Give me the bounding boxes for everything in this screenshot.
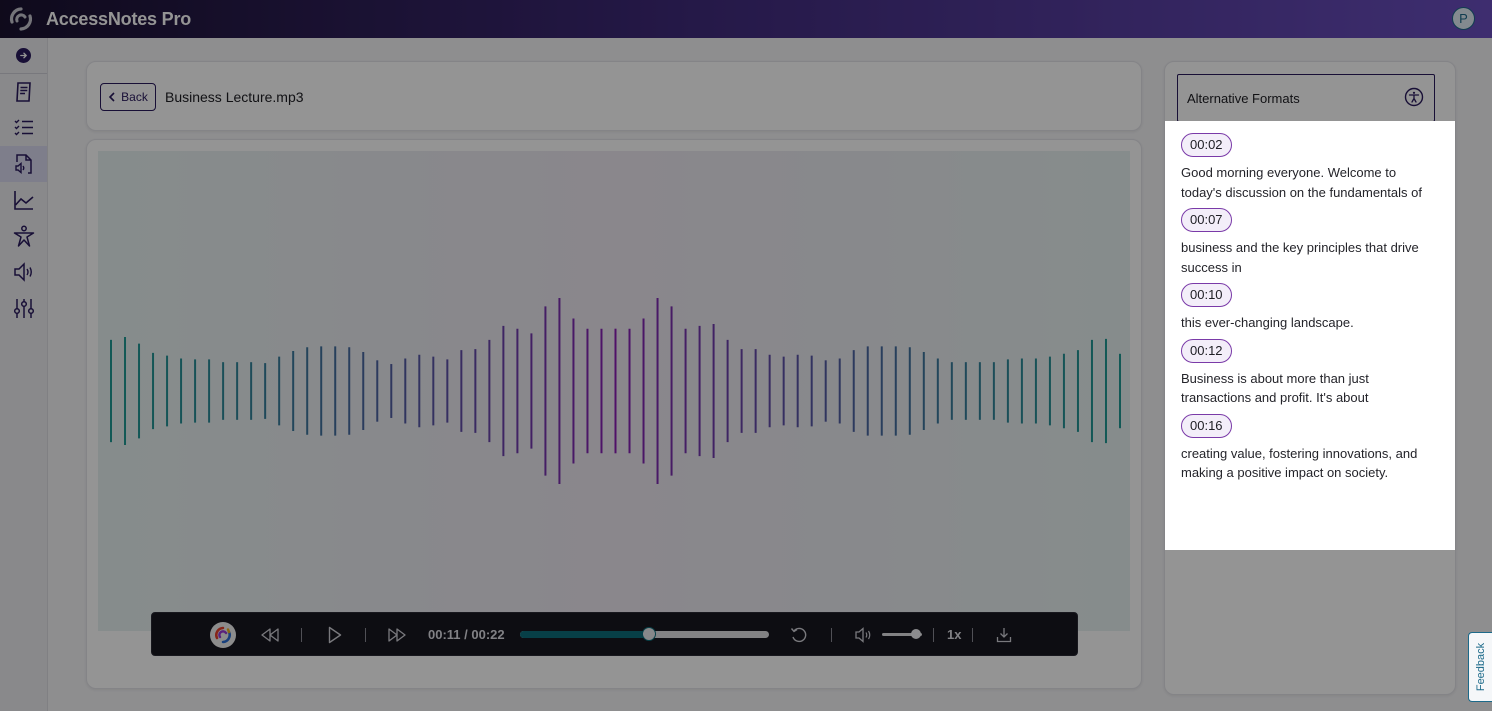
- rewind-button[interactable]: [260, 613, 280, 657]
- sidebar-item-accessibility[interactable]: [0, 218, 47, 254]
- playback-speed-button[interactable]: 1x: [947, 627, 961, 642]
- alternative-formats-title: Alternative Formats: [1187, 90, 1300, 106]
- volume-slider[interactable]: [882, 629, 922, 639]
- sidebar-item-settings[interactable]: [0, 290, 47, 326]
- transcript-text: this ever-changing landscape.: [1181, 315, 1354, 330]
- divider: [365, 628, 366, 642]
- accessibility-icon: [13, 225, 34, 247]
- mute-button[interactable]: [854, 613, 874, 657]
- sidebar-item-analytics[interactable]: [0, 182, 47, 218]
- audio-file-icon: [14, 154, 32, 174]
- fast-forward-icon: [388, 628, 406, 642]
- timestamp-badge[interactable]: 00:02: [1181, 133, 1232, 157]
- seek-bar-fill: [520, 631, 650, 638]
- fast-forward-button[interactable]: [387, 613, 407, 657]
- arrow-right-icon: [16, 48, 31, 63]
- sidebar: [0, 38, 48, 711]
- chevron-left-icon: [109, 92, 115, 102]
- accessibility-icon: [1404, 87, 1424, 107]
- alternative-formats-dropdown[interactable]: Alternative Formats: [1177, 74, 1435, 122]
- download-icon: [996, 628, 1012, 643]
- timestamp-badge[interactable]: 00:16: [1181, 413, 1232, 438]
- checklist-icon: [14, 119, 33, 136]
- line-chart-icon: [13, 191, 34, 210]
- sidebar-item-audio-file[interactable]: [0, 146, 47, 182]
- play-icon: [328, 626, 342, 644]
- speaker-icon: [13, 262, 32, 282]
- feedback-label: Feedback: [1474, 642, 1487, 692]
- back-button[interactable]: Back: [100, 83, 156, 111]
- transcript-text: Business is about more than just transac…: [1181, 370, 1369, 406]
- sidebar-item-notes[interactable]: [0, 74, 47, 110]
- player-controls: 00:11 / 00:22 1x: [151, 612, 1078, 656]
- transcript-segment[interactable]: 00:16 creating value, fostering innovati…: [1181, 413, 1455, 483]
- transcript-segment[interactable]: 00:10 this ever-changing landscape.: [1181, 283, 1455, 333]
- divider: [301, 628, 302, 642]
- transcript-segment[interactable]: 00:07 business and the key principles th…: [1181, 208, 1455, 277]
- app-logo-icon: [210, 622, 236, 648]
- feedback-tab[interactable]: Feedback: [1468, 632, 1492, 702]
- transcript-segment[interactable]: 00:12 Business is about more than just t…: [1181, 338, 1455, 408]
- sidebar-item-checklist[interactable]: [0, 110, 47, 146]
- file-header-card: Back Business Lecture.mp3: [86, 61, 1142, 131]
- waveform-bars: [110, 298, 1121, 484]
- transcript-popup: 00:02 Good morning everyone. Welcome to …: [1165, 121, 1455, 550]
- user-avatar[interactable]: P: [1452, 7, 1475, 30]
- seek-bar[interactable]: [520, 627, 769, 641]
- rewind-icon: [261, 628, 279, 642]
- transcript-text: Good morning everyone. Welcome to today'…: [1181, 165, 1422, 200]
- transcript-segment[interactable]: 00:02 Good morning everyone. Welcome to …: [1181, 133, 1455, 202]
- seek-bar-thumb[interactable]: [642, 627, 657, 641]
- transcript-text: business and the key principles that dri…: [1181, 240, 1419, 275]
- waveform[interactable]: [98, 151, 1130, 631]
- time-display: 00:11 / 00:22: [428, 627, 505, 642]
- sidebar-expand-button[interactable]: [0, 38, 47, 74]
- transcript-text: creating value, fostering innovations, a…: [1181, 445, 1418, 481]
- app-title: AccessNotes Pro: [46, 8, 192, 29]
- timestamp-badge[interactable]: 00:12: [1181, 338, 1232, 363]
- replay-button[interactable]: [790, 613, 808, 657]
- play-button[interactable]: [326, 613, 344, 657]
- download-button[interactable]: [995, 613, 1013, 657]
- sliders-icon: [13, 299, 34, 318]
- volume-slider-thumb[interactable]: [911, 629, 921, 639]
- replay-icon: [790, 627, 807, 643]
- audio-player-card: 00:11 / 00:22 1x: [86, 139, 1142, 689]
- file-name: Business Lecture.mp3: [165, 89, 304, 105]
- timestamp-badge[interactable]: 00:10: [1181, 283, 1232, 307]
- back-button-label: Back: [121, 90, 148, 104]
- sidebar-item-speaker[interactable]: [0, 254, 47, 290]
- divider: [933, 628, 934, 642]
- document-icon: [15, 82, 31, 102]
- ai-assistant-button[interactable]: [208, 613, 238, 657]
- timestamp-badge[interactable]: 00:07: [1181, 208, 1232, 232]
- top-bar: AccessNotes Pro P: [0, 0, 1492, 38]
- divider: [831, 628, 832, 642]
- divider: [972, 628, 973, 642]
- app-logo-icon: [7, 5, 35, 33]
- volume-icon: [855, 627, 871, 643]
